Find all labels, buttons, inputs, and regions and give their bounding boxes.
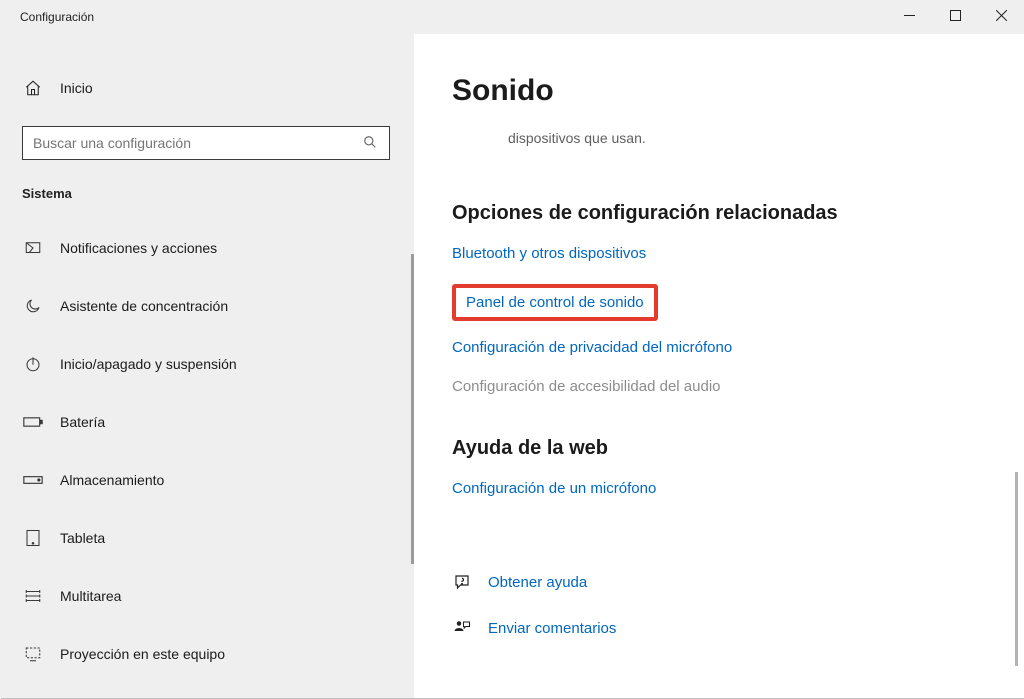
sidebar-section-label: Sistema bbox=[0, 186, 414, 201]
minimize-icon bbox=[904, 10, 915, 21]
get-help-icon bbox=[452, 573, 472, 591]
maximize-icon bbox=[950, 10, 961, 21]
sidebar-item-power[interactable]: Inicio/apagado y suspensión bbox=[0, 335, 414, 393]
maximize-button[interactable] bbox=[932, 0, 978, 30]
sidebar-home-label: Inicio bbox=[60, 80, 93, 96]
storage-icon bbox=[22, 473, 44, 487]
link-bluetooth[interactable]: Bluetooth y otros dispositivos bbox=[452, 245, 646, 262]
sidebar-item-storage[interactable]: Almacenamiento bbox=[0, 451, 414, 509]
multitask-icon bbox=[22, 587, 44, 605]
sidebar-item-label: Tableta bbox=[60, 530, 105, 546]
get-help-label: Obtener ayuda bbox=[488, 574, 587, 591]
sidebar-item-label: Asistente de concentración bbox=[60, 298, 228, 314]
sidebar-item-projection[interactable]: Proyección en este equipo bbox=[0, 625, 414, 683]
sidebar-nav: Notificaciones y acciones Asistente de c… bbox=[0, 219, 414, 683]
page-subtitle: dispositivos que usan. bbox=[452, 130, 1004, 146]
content: Sonido dispositivos que usan. Opciones d… bbox=[414, 34, 1024, 698]
link-sound-control-panel[interactable]: Panel de control de sonido bbox=[466, 294, 644, 311]
close-icon bbox=[996, 10, 1007, 21]
search-input[interactable] bbox=[33, 135, 363, 151]
sidebar-item-notifications[interactable]: Notificaciones y acciones bbox=[0, 219, 414, 277]
webhelp-heading: Ayuda de la web bbox=[452, 437, 1004, 460]
sidebar-item-focus-assist[interactable]: Asistente de concentración bbox=[0, 277, 414, 335]
page-title: Sonido bbox=[452, 74, 1004, 108]
sidebar-item-label: Notificaciones y acciones bbox=[60, 240, 217, 256]
link-audio-accessibility: Configuración de accesibilidad del audio bbox=[452, 378, 1004, 395]
close-button[interactable] bbox=[978, 0, 1024, 30]
search-box[interactable] bbox=[22, 126, 390, 160]
power-icon bbox=[22, 355, 44, 373]
sidebar-item-label: Proyección en este equipo bbox=[60, 646, 225, 662]
feedback-row[interactable]: Enviar comentarios bbox=[452, 611, 1004, 645]
window-controls bbox=[886, 0, 1024, 34]
sidebar-item-label: Multitarea bbox=[60, 588, 121, 604]
search-icon bbox=[363, 135, 379, 151]
get-help-row[interactable]: Obtener ayuda bbox=[452, 565, 1004, 599]
tablet-icon bbox=[22, 529, 44, 547]
notifications-icon bbox=[22, 239, 44, 257]
moon-icon bbox=[22, 297, 44, 315]
feedback-icon bbox=[452, 619, 472, 637]
window-title: Configuración bbox=[20, 10, 94, 24]
battery-icon bbox=[22, 415, 44, 429]
sidebar-home[interactable]: Inicio bbox=[0, 68, 414, 108]
sidebar-item-label: Almacenamiento bbox=[60, 472, 164, 488]
titlebar: Configuración bbox=[0, 0, 1024, 34]
sidebar-item-tablet[interactable]: Tableta bbox=[0, 509, 414, 567]
related-heading: Opciones de configuración relacionadas bbox=[452, 202, 1004, 225]
minimize-button[interactable] bbox=[886, 0, 932, 30]
sound-panel-highlight: Panel de control de sonido bbox=[452, 284, 658, 321]
link-mic-privacy[interactable]: Configuración de privacidad del micrófon… bbox=[452, 339, 732, 356]
sidebar-item-label: Batería bbox=[60, 414, 105, 430]
sidebar-item-label: Inicio/apagado y suspensión bbox=[60, 356, 237, 372]
home-icon bbox=[22, 79, 44, 97]
feedback-label: Enviar comentarios bbox=[488, 620, 616, 637]
sidebar-item-multitask[interactable]: Multitarea bbox=[0, 567, 414, 625]
sidebar: Inicio Sistema Notificaciones y acciones… bbox=[0, 34, 414, 698]
sidebar-item-battery[interactable]: Batería bbox=[0, 393, 414, 451]
content-scrollbar-thumb[interactable] bbox=[1015, 472, 1018, 666]
projection-icon bbox=[22, 645, 44, 663]
link-mic-setup[interactable]: Configuración de un micrófono bbox=[452, 480, 656, 497]
